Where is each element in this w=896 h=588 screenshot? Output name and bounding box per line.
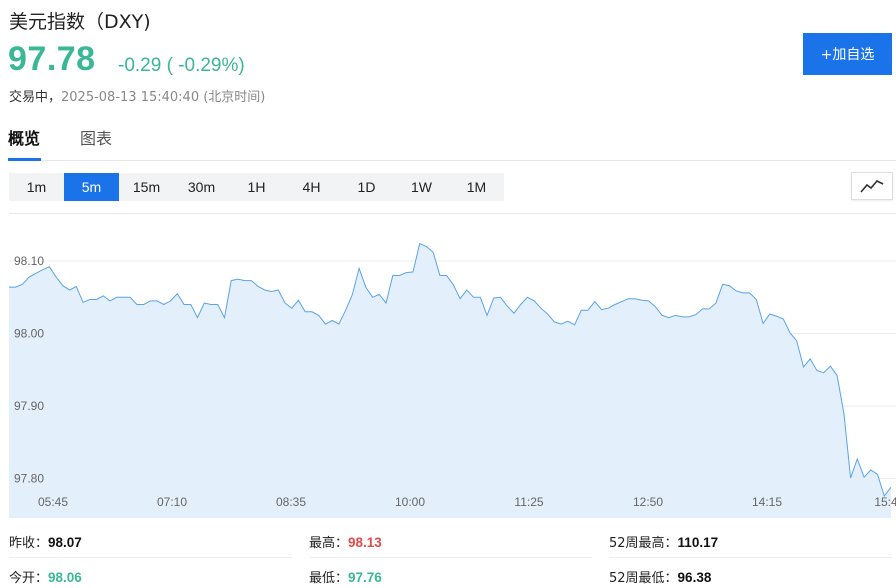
interval-30m[interactable]: 30m (174, 173, 229, 201)
interval-selector: 1m 5m 15m 30m 1H 4H 1D 1W 1M (9, 173, 504, 201)
timestamp: 2025-08-13 15:40:40 (北京时间) (61, 90, 266, 105)
page-title: 美元指数（DXY) (9, 11, 151, 33)
chart-svg: 98.10 98.00 97.90 97.80 05:45 07:10 08:35 10:00… (9, 242, 896, 518)
tab-bar: 概览 图表 (8, 128, 896, 161)
stat-value: 110.17 (677, 535, 719, 550)
x-tick-label: 11:25 (514, 495, 543, 509)
stat-high: 最高：98.13 (309, 535, 382, 551)
x-tick-label: 08:35 (276, 495, 306, 509)
divider (309, 557, 592, 558)
interval-5m[interactable]: 5m (64, 173, 119, 201)
line-chart-icon (860, 180, 884, 193)
add-to-watchlist-button[interactable]: +加自选 (803, 33, 892, 75)
interval-4h[interactable]: 4H (284, 173, 339, 201)
interval-1m[interactable]: 1m (9, 173, 64, 201)
divider (609, 557, 892, 558)
x-tick-label: 12:50 (633, 495, 663, 509)
interval-15m[interactable]: 15m (119, 173, 174, 201)
stat-52w-low: 52周最低：96.38 (609, 570, 712, 586)
x-tick-label: 15:4 (874, 495, 896, 509)
price-area (9, 243, 891, 518)
price-change: -0.29 ( -0.29%) (118, 55, 245, 76)
stats-row-1: 昨收：98.07 最高：98.13 52周最高：110.17 (9, 532, 896, 556)
x-tick-label: 05:45 (38, 495, 68, 509)
divider (9, 557, 292, 558)
stat-52w-high: 52周最高：110.17 (609, 535, 719, 551)
stat-prev-close: 昨收：98.07 (9, 535, 82, 551)
y-tick-label: 97.80 (14, 472, 44, 486)
y-tick-label: 97.90 (14, 399, 44, 413)
stat-value: 98.07 (48, 535, 82, 550)
price-chart[interactable]: 98.10 98.00 97.90 97.80 05:45 07:10 08:35 10:00… (9, 213, 896, 518)
tab-overview[interactable]: 概览 (8, 128, 41, 161)
stat-value: 98.06 (48, 570, 82, 585)
y-tick-label: 98.10 (14, 254, 44, 268)
current-price: 97.78 (8, 40, 96, 78)
stats-row-2: 今开：98.06 最低：97.76 52周最低：96.38 (9, 567, 896, 588)
interval-1w[interactable]: 1W (394, 173, 449, 201)
status-label: 交易中， (9, 90, 62, 105)
stat-open: 今开：98.06 (9, 570, 82, 586)
interval-1h[interactable]: 1H (229, 173, 284, 201)
trading-status: 交易中，2025-08-13 15:40:40 (北京时间) (9, 86, 265, 105)
x-tick-label: 10:00 (395, 495, 425, 509)
stat-value: 97.76 (348, 570, 382, 585)
chart-type-button[interactable] (851, 172, 893, 200)
interval-1mo[interactable]: 1M (449, 173, 504, 201)
stat-low: 最低：97.76 (309, 570, 382, 586)
interval-1d[interactable]: 1D (339, 173, 394, 201)
stat-value: 98.13 (348, 535, 382, 550)
tab-chart[interactable]: 图表 (80, 128, 114, 161)
stat-value: 96.38 (677, 570, 712, 585)
x-tick-label: 07:10 (157, 495, 187, 509)
x-tick-label: 14:15 (752, 495, 782, 509)
y-tick-label: 98.00 (14, 327, 44, 341)
